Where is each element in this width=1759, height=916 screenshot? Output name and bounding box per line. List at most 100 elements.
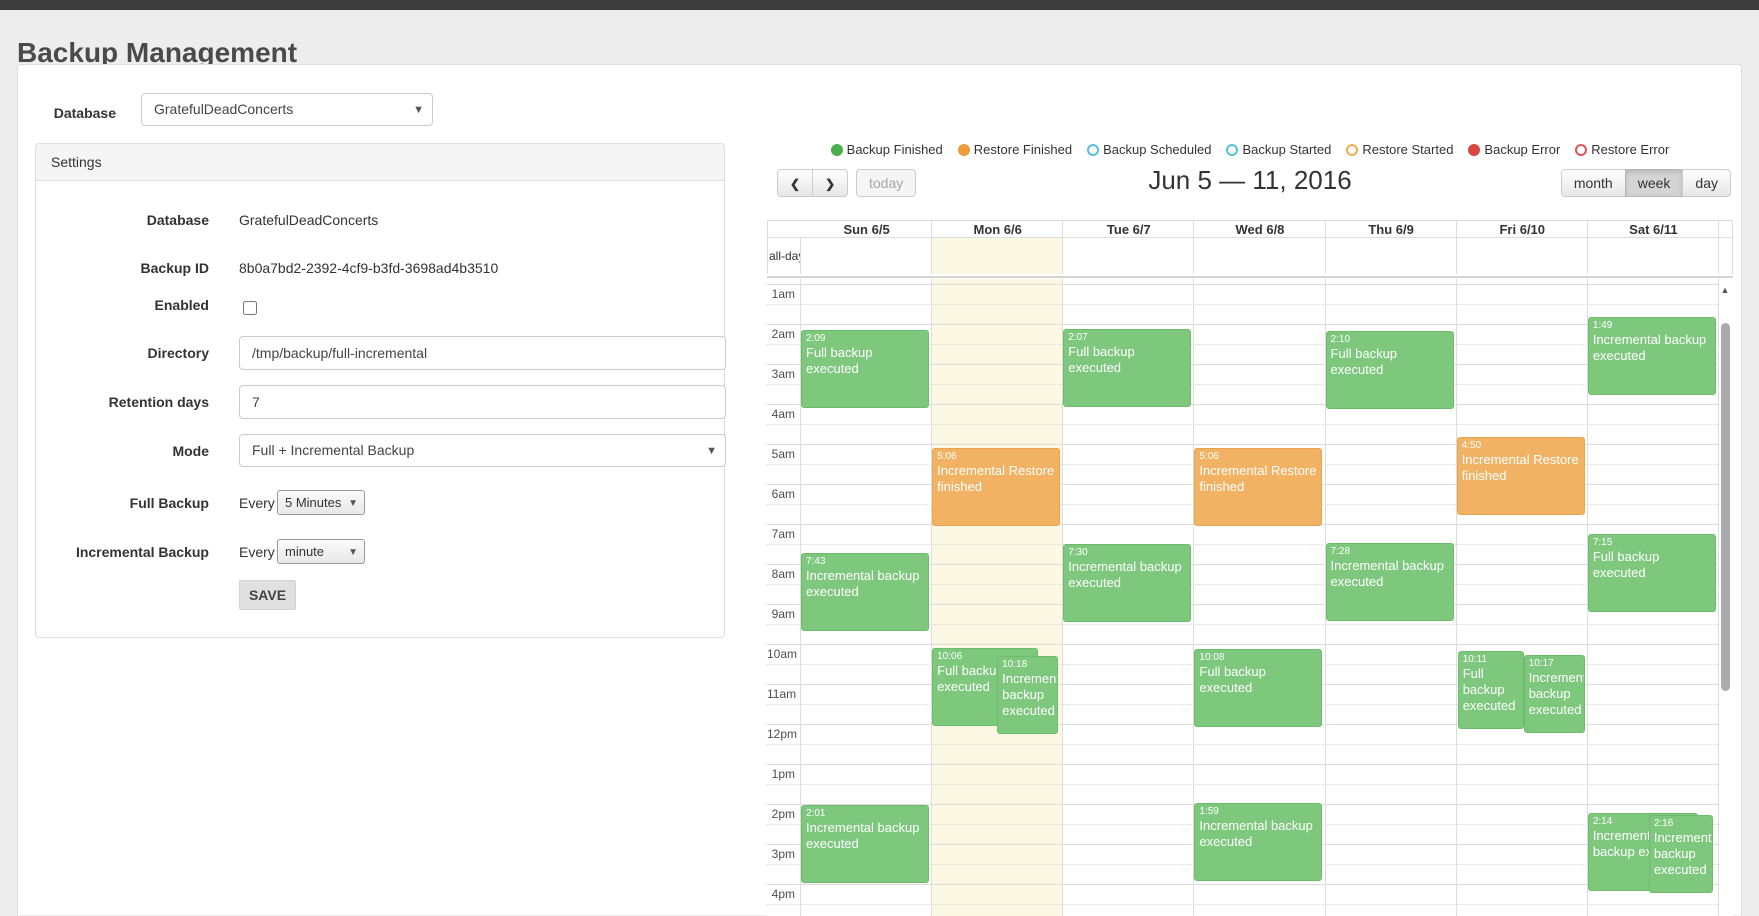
full-backup-interval-value: 5 Minutes <box>285 495 341 510</box>
time-axis-label: 8am <box>767 567 795 581</box>
calendar-event[interactable]: 2:09Full backup executed <box>801 330 929 408</box>
scroll-up-icon[interactable]: ▲ <box>1718 285 1732 295</box>
allday-cell[interactable] <box>931 238 1063 274</box>
retention-days-input[interactable] <box>239 385 726 419</box>
calendar-legend: Backup FinishedRestore FinishedBackup Sc… <box>767 142 1733 157</box>
event-time: 2:09 <box>806 332 924 345</box>
event-title: Incremental backup executed <box>1002 671 1053 719</box>
allday-cell[interactable] <box>1193 238 1325 274</box>
event-title: Full backup executed <box>1593 549 1711 581</box>
save-button[interactable]: SAVE <box>239 580 296 610</box>
event-time: 4:50 <box>1462 439 1580 452</box>
day-header[interactable]: Fri 6/10 <box>1456 220 1588 238</box>
calendar-event[interactable]: 2:10Full backup executed <box>1326 331 1454 409</box>
calendar-toolbar: Jun 5 — 11, 2016 ❮ ❯ today monthweekday <box>767 165 1733 199</box>
event-title: Incremental backup executed <box>806 568 924 600</box>
outlined-circle-icon <box>1575 144 1587 156</box>
event-time: 10:17 <box>1529 657 1580 670</box>
calendar-grid: Sun 6/5Mon 6/6Tue 6/7Wed 6/8Thu 6/9Fri 6… <box>767 220 1733 916</box>
directory-input[interactable] <box>239 336 726 370</box>
event-time: 7:15 <box>1593 536 1711 549</box>
calendar-event[interactable]: 2:07Full backup executed <box>1063 329 1191 407</box>
event-title: Incremental backup executed <box>1593 332 1711 364</box>
time-axis-label: 7am <box>767 527 795 541</box>
legend-item: Restore Error <box>1575 142 1669 157</box>
next-button[interactable]: ❯ <box>812 169 848 197</box>
half-hour-line <box>767 744 1718 745</box>
enabled-checkbox[interactable] <box>243 301 257 315</box>
view-button-day[interactable]: day <box>1682 169 1731 197</box>
chevron-down-icon: ▼ <box>348 491 358 516</box>
settings-panel: Settings Database GratefulDeadConcerts B… <box>35 143 725 638</box>
incremental-backup-interval-select[interactable]: minute ▼ <box>277 539 365 564</box>
hour-line <box>767 764 1718 765</box>
legend-item: Backup Finished <box>831 142 943 157</box>
today-column-highlight <box>931 279 1062 916</box>
calendar-event[interactable]: 4:50Incremental Restore finished <box>1457 437 1585 515</box>
time-axis-label: 5am <box>767 447 795 461</box>
event-time: 2:01 <box>806 807 924 820</box>
calendar-event[interactable]: 10:11Full backup executed <box>1458 651 1524 729</box>
calendar-event[interactable]: 7:15Full backup executed <box>1588 534 1716 612</box>
calendar-event[interactable]: 2:01Incremental backup executed <box>801 805 929 883</box>
calendar-event[interactable]: 10:08Full backup executed <box>1194 649 1322 727</box>
chevron-right-icon: ❯ <box>825 177 835 191</box>
calendar-event[interactable]: 7:43Incremental backup executed <box>801 553 929 631</box>
legend-item: Backup Scheduled <box>1087 142 1211 157</box>
database-select[interactable]: GratefulDeadConcerts ▼ <box>141 93 433 126</box>
calendar-event[interactable]: 10:17Incremental backup executed <box>1524 655 1585 733</box>
calendar-event[interactable]: 1:59Incremental backup executed <box>1194 803 1322 881</box>
half-hour-line <box>767 544 1718 545</box>
day-header[interactable]: Thu 6/9 <box>1325 220 1457 238</box>
full-backup-interval-select[interactable]: 5 Minutes ▼ <box>277 490 365 515</box>
today-button[interactable]: today <box>856 169 916 197</box>
timegrid: 1am2am3am4am5am6am7am8am9am10am11am12pm1… <box>767 279 1734 916</box>
legend-label: Backup Finished <box>847 142 943 157</box>
event-title: Incremental backup executed <box>806 820 924 852</box>
main-panel: Database GratefulDeadConcerts ▼ Settings… <box>17 64 1742 915</box>
event-title: Full backup executed <box>806 345 924 377</box>
calendar-event[interactable]: 5:06Incremental Restore finished <box>1194 448 1322 526</box>
event-title: Incremental backup executed <box>1331 558 1449 590</box>
view-button-month[interactable]: month <box>1561 169 1626 197</box>
mode-select[interactable]: Full + Incremental Backup ▼ <box>239 434 726 467</box>
allday-cell[interactable] <box>1062 238 1194 274</box>
calendar-event[interactable]: 10:18Incremental backup executed <box>997 656 1058 734</box>
event-time: 7:43 <box>806 555 924 568</box>
calendar-event[interactable]: 2:16Incremental backup executed <box>1649 815 1713 893</box>
database-select-value: GratefulDeadConcerts <box>154 101 293 117</box>
filled-circle-icon <box>958 144 970 156</box>
allday-cell[interactable] <box>1587 238 1719 274</box>
event-time: 10:18 <box>1002 658 1053 671</box>
allday-cell[interactable] <box>1325 238 1457 274</box>
settings-panel-title: Settings <box>36 144 724 181</box>
view-button-week[interactable]: week <box>1625 169 1684 197</box>
allday-cell[interactable] <box>1456 238 1588 274</box>
enabled-label: Enabled <box>49 297 209 313</box>
day-header[interactable]: Tue 6/7 <box>1062 220 1194 238</box>
calendar-event[interactable]: 7:30Incremental backup executed <box>1063 544 1191 622</box>
event-time: 7:28 <box>1331 545 1449 558</box>
event-time: 7:30 <box>1068 546 1186 559</box>
event-time: 2:16 <box>1654 817 1708 830</box>
prev-button[interactable]: ❮ <box>777 169 813 197</box>
allday-cell[interactable] <box>800 238 932 274</box>
legend-item: Backup Started <box>1226 142 1331 157</box>
day-header[interactable]: Mon 6/6 <box>931 220 1063 238</box>
calendar-event[interactable]: 5:06Incremental Restore finished <box>932 448 1060 526</box>
full-backup-label: Full Backup <box>49 495 209 511</box>
scrollbar-filler-cell <box>1718 220 1733 238</box>
event-time: 2:07 <box>1068 331 1186 344</box>
time-axis-label: 4am <box>767 407 795 421</box>
time-axis-label: 4pm <box>767 887 795 901</box>
day-header[interactable]: Wed 6/8 <box>1193 220 1325 238</box>
calendar-event[interactable]: 1:49Incremental backup executed <box>1588 317 1716 395</box>
day-header[interactable]: Sun 6/5 <box>800 220 932 238</box>
half-hour-line <box>767 304 1718 305</box>
scrollbar-thumb[interactable] <box>1721 323 1730 691</box>
event-time: 10:08 <box>1199 651 1317 664</box>
event-time: 1:59 <box>1199 805 1317 818</box>
event-time: 10:11 <box>1463 653 1519 666</box>
day-header[interactable]: Sat 6/11 <box>1587 220 1719 238</box>
calendar-event[interactable]: 7:28Incremental backup executed <box>1326 543 1454 621</box>
